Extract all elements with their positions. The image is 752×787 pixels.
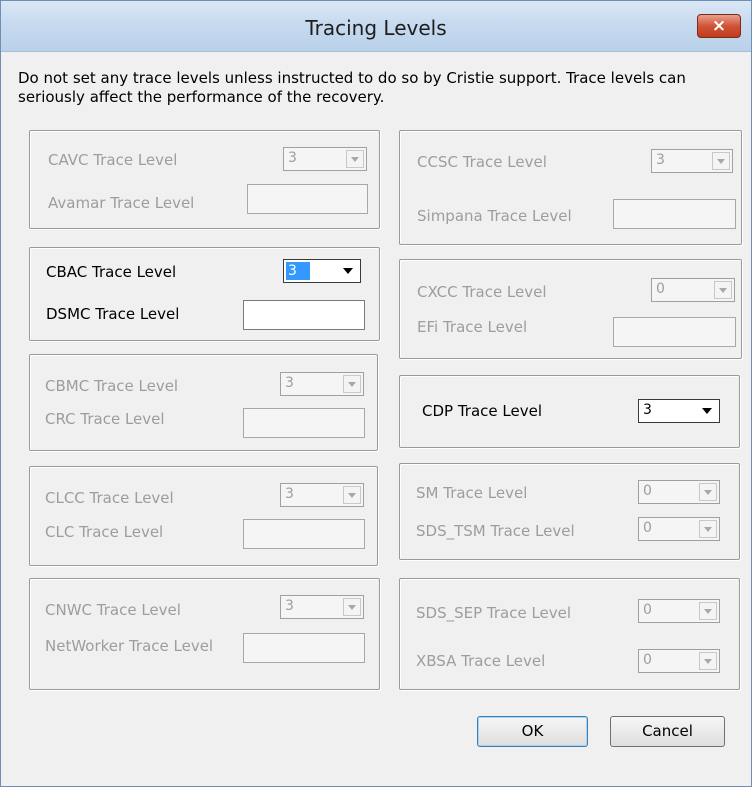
chevron-down-icon <box>343 375 361 393</box>
chevron-down-icon <box>346 150 364 168</box>
sm-trace-level-select[interactable]: 0 <box>638 480 720 504</box>
sds-sep-trace-level-label: SDS_SEP Trace Level <box>416 604 572 622</box>
networker-trace-level-field[interactable] <box>243 633 365 663</box>
cnwc-trace-level-value: 3 <box>285 598 294 614</box>
ccsc-trace-level-select[interactable]: 3 <box>651 149 733 173</box>
sm-trace-level-value: 0 <box>643 483 652 499</box>
sds-sep-trace-level-value: 0 <box>643 602 652 618</box>
close-icon: × <box>711 16 727 36</box>
chevron-down-icon <box>699 483 717 501</box>
efi-trace-level-label: EFi Trace Level <box>417 318 528 336</box>
dsmc-trace-level-label: DSMC Trace Level <box>46 305 180 323</box>
sds-tsm-trace-level-value: 0 <box>643 520 652 536</box>
crc-trace-level-field[interactable] <box>243 408 365 438</box>
chevron-down-icon <box>699 652 717 670</box>
cxcc-trace-level-value: 0 <box>656 281 665 297</box>
cancel-button[interactable]: Cancel <box>610 716 725 747</box>
sds-sep-trace-level-select[interactable]: 0 <box>638 599 720 623</box>
chevron-down-icon <box>712 152 730 170</box>
clcc-trace-level-label: CLCC Trace Level <box>45 489 174 507</box>
cavc-group <box>29 130 380 229</box>
clcc-trace-level-value: 3 <box>285 486 294 502</box>
xbsa-trace-level-select[interactable]: 0 <box>638 649 720 673</box>
cavc-trace-level-value: 3 <box>288 150 297 166</box>
chevron-down-icon <box>343 598 361 616</box>
sm-group <box>399 463 740 560</box>
cdp-trace-level-value: 3 <box>643 402 652 418</box>
chevron-down-icon <box>699 602 717 620</box>
sds-sep-group <box>399 578 740 690</box>
clc-trace-level-label: CLC Trace Level <box>45 523 164 541</box>
crc-trace-level-label: CRC Trace Level <box>45 410 165 428</box>
cxcc-trace-level-label: CXCC Trace Level <box>417 283 547 301</box>
sds-tsm-trace-level-label: SDS_TSM Trace Level <box>416 522 575 540</box>
avamar-trace-level-field[interactable] <box>247 184 368 214</box>
cnwc-trace-level-label: CNWC Trace Level <box>45 601 181 619</box>
cavc-trace-level-select[interactable]: 3 <box>283 147 367 171</box>
title-bar: Tracing Levels × <box>1 1 751 52</box>
cbmc-trace-level-select[interactable]: 3 <box>280 372 364 396</box>
cnwc-trace-level-select[interactable]: 3 <box>280 595 364 619</box>
ok-button[interactable]: OK <box>477 716 588 747</box>
cbac-trace-level-select[interactable]: 3 <box>283 259 361 283</box>
cdp-trace-level-label: CDP Trace Level <box>422 402 542 420</box>
dialog-title: Tracing Levels <box>305 16 447 40</box>
cxcc-trace-level-select[interactable]: 0 <box>651 278 735 302</box>
networker-trace-level-label: NetWorker Trace Level <box>45 637 214 655</box>
cbmc-trace-level-label: CBMC Trace Level <box>45 377 179 395</box>
efi-trace-level-field[interactable] <box>613 317 736 347</box>
xbsa-trace-level-label: XBSA Trace Level <box>416 652 546 670</box>
cbac-trace-level-label: CBAC Trace Level <box>46 263 177 281</box>
chevron-down-icon <box>343 486 361 504</box>
avamar-trace-level-label: Avamar Trace Level <box>48 194 195 212</box>
warning-note: Do not set any trace levels unless instr… <box>18 69 686 106</box>
chevron-down-icon <box>699 520 717 538</box>
cbmc-trace-level-value: 3 <box>285 375 294 391</box>
chevron-down-icon <box>699 402 717 420</box>
ccsc-trace-level-value: 3 <box>656 152 665 168</box>
close-button[interactable]: × <box>697 14 741 38</box>
clcc-trace-level-select[interactable]: 3 <box>280 483 364 507</box>
simpana-trace-level-field[interactable] <box>613 199 736 229</box>
sds-tsm-trace-level-select[interactable]: 0 <box>638 517 720 541</box>
chevron-down-icon <box>340 262 358 280</box>
cdp-trace-level-select[interactable]: 3 <box>638 399 720 423</box>
dsmc-trace-level-field[interactable] <box>243 300 365 330</box>
xbsa-trace-level-value: 0 <box>643 652 652 668</box>
clcc-group <box>29 466 378 566</box>
cavc-trace-level-label: CAVC Trace Level <box>48 151 178 169</box>
ccsc-trace-level-label: CCSC Trace Level <box>417 153 547 171</box>
chevron-down-icon <box>714 281 732 299</box>
clc-trace-level-field[interactable] <box>243 519 365 549</box>
simpana-trace-level-label: Simpana Trace Level <box>417 207 572 225</box>
cbac-trace-level-value: 3 <box>286 262 310 280</box>
sm-trace-level-label: SM Trace Level <box>416 484 528 502</box>
tracing-levels-dialog: Tracing Levels × Do not set any trace le… <box>0 0 752 787</box>
